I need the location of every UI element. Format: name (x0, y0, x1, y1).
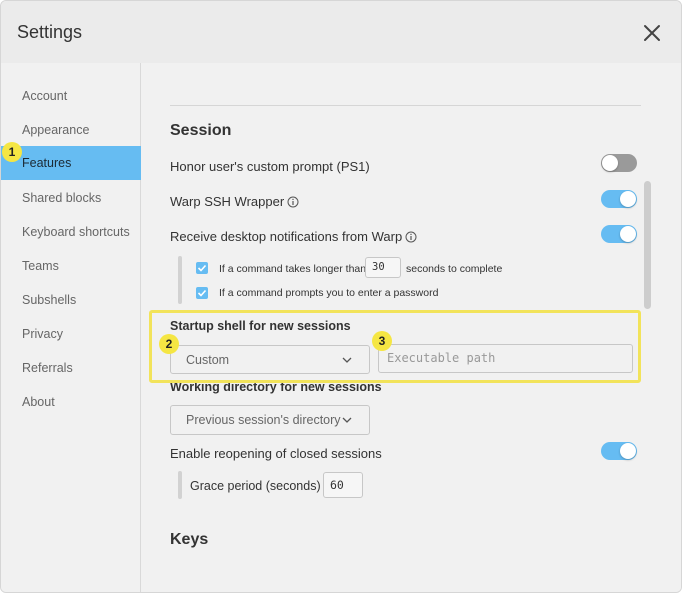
toggle-knob (620, 226, 636, 242)
executable-path-input[interactable]: Executable path (378, 344, 633, 373)
sidebar-item-label: Keyboard shortcuts (22, 225, 130, 239)
keys-section-title: Keys (170, 531, 209, 548)
grace-period-label: Grace period (seconds) (190, 479, 321, 493)
settings-header: Settings (1, 1, 681, 63)
info-icon[interactable] (405, 231, 417, 243)
sidebar-item-keyboard-shortcuts[interactable]: Keyboard shortcuts (1, 215, 141, 249)
working-dir-label: Working directory for new sessions (170, 380, 382, 394)
annotation-badge-2: 2 (159, 334, 179, 354)
honor-ps1-text: Honor user's custom prompt (PS1) (170, 159, 370, 174)
sidebar-item-label: Teams (22, 259, 59, 273)
section-divider (170, 105, 641, 106)
close-icon (644, 25, 660, 41)
sidebar-item-label: Referrals (22, 361, 73, 375)
working-dir-value: Previous session's directory (186, 413, 341, 427)
chevron-down-icon (342, 357, 352, 363)
long-command-suffix: seconds to complete (406, 263, 503, 275)
content-scrollbar[interactable] (644, 181, 651, 309)
annotation-badge-3: 3 (372, 331, 392, 351)
ssh-wrapper-label: Warp SSH Wrapper (170, 194, 299, 209)
startup-shell-value: Custom (186, 353, 230, 367)
sidebar-item-shared-blocks[interactable]: Shared blocks (1, 181, 141, 215)
session-section-title: Session (170, 122, 232, 139)
ssh-wrapper-text: Warp SSH Wrapper (170, 194, 285, 209)
password-prompt-checkbox[interactable] (196, 287, 208, 299)
sidebar-item-teams[interactable]: Teams (1, 249, 141, 283)
long-command-checkbox[interactable] (196, 262, 208, 274)
sidebar-item-about[interactable]: About (1, 385, 141, 419)
notifications-label: Receive desktop notifications from Warp (170, 229, 417, 244)
toggle-knob (620, 191, 636, 207)
page-title: Settings (17, 22, 83, 42)
sidebar-item-referrals[interactable]: Referrals (1, 351, 141, 385)
sidebar-item-label: Features (22, 156, 72, 170)
working-dir-text: Working directory for new sessions (170, 380, 382, 394)
chevron-down-icon (342, 417, 352, 423)
annotation-badge-1: 1 (2, 142, 22, 162)
sidebar-item-subshells[interactable]: Subshells (1, 283, 141, 317)
honor-ps1-toggle[interactable] (601, 154, 637, 172)
sidebar-item-account[interactable]: Account (1, 79, 141, 113)
sidebar-item-appearance[interactable]: Appearance (1, 113, 141, 147)
toggle-knob (620, 443, 636, 459)
sidebar-item-label: About (22, 395, 55, 409)
toggle-knob (602, 155, 618, 171)
reopen-sessions-toggle[interactable] (601, 442, 637, 460)
sidebar-item-label: Account (22, 89, 68, 103)
sidebar-item-label: Appearance (22, 123, 90, 137)
startup-shell-text: Startup shell for new sessions (170, 319, 351, 333)
sidebar-item-features[interactable]: Features (1, 146, 141, 180)
long-command-seconds-input[interactable]: 30 (365, 257, 401, 278)
info-icon[interactable] (287, 196, 299, 208)
sidebar: Account Appearance Features Shared block… (1, 63, 141, 592)
settings-window: Settings Account Appearance Features Sha… (0, 0, 682, 593)
reopen-sessions-label: Enable reopening of closed sessions (170, 446, 382, 461)
working-dir-dropdown[interactable]: Previous session's directory (170, 405, 370, 435)
reopen-subsection-bar (178, 471, 182, 499)
check-icon (197, 289, 207, 297)
reopen-sessions-text: Enable reopening of closed sessions (170, 446, 382, 461)
startup-shell-label: Startup shell for new sessions (170, 319, 351, 333)
grace-period-input[interactable]: 60 (323, 472, 363, 498)
ssh-wrapper-toggle[interactable] (601, 190, 637, 208)
grace-period-text: Grace period (seconds) (190, 479, 321, 493)
honor-ps1-label: Honor user's custom prompt (PS1) (170, 159, 370, 174)
sidebar-item-privacy[interactable]: Privacy (1, 317, 141, 351)
password-prompt-label: If a command prompts you to enter a pass… (219, 287, 439, 299)
sidebar-item-label: Subshells (22, 293, 77, 307)
settings-content: Session Honor user's custom prompt (PS1)… (142, 63, 681, 592)
startup-shell-dropdown[interactable]: Custom (170, 345, 370, 374)
notifications-toggle[interactable] (601, 225, 637, 243)
check-icon (197, 264, 207, 272)
sidebar-item-label: Shared blocks (22, 191, 102, 205)
notifications-text: Receive desktop notifications from Warp (170, 229, 403, 244)
sidebar-item-label: Privacy (22, 327, 63, 341)
notifications-subsection-bar (178, 256, 182, 304)
long-command-prefix: If a command takes longer than (219, 263, 367, 275)
close-button[interactable] (637, 18, 667, 48)
